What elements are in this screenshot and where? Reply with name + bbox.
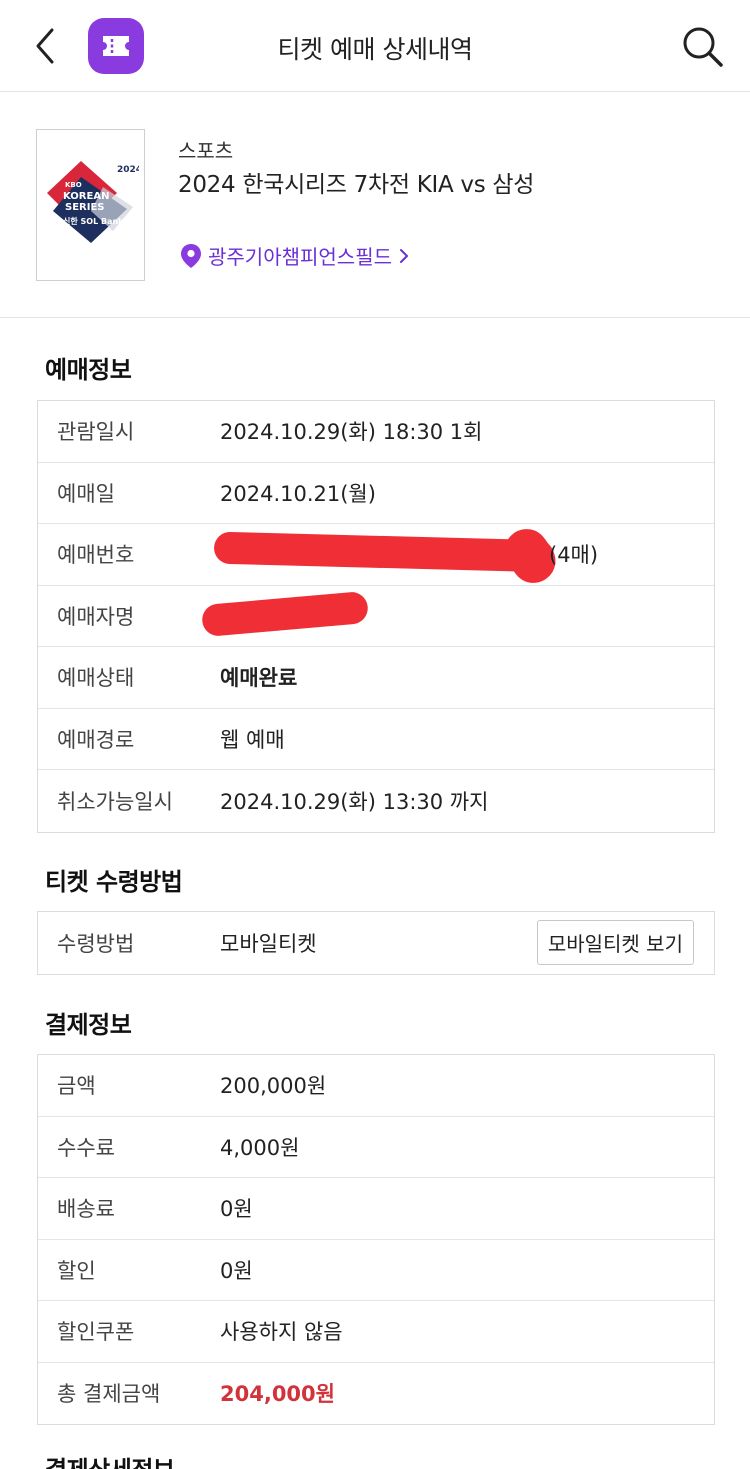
row-label: 관람일시 [57, 420, 135, 445]
chevron-right-icon [400, 248, 408, 263]
payment-section-title: 결제정보 [45, 1011, 132, 1039]
row-value: 200,000원 [220, 1074, 327, 1099]
svg-text:신한 SOL Bank: 신한 SOL Bank [63, 216, 124, 226]
event-poster[interactable]: 2024 KBO KOREAN SERIES 신한 SOL Bank [36, 129, 145, 281]
table-row: 예매번호 (4매) [38, 520, 714, 592]
redaction-mark [200, 590, 370, 637]
row-label: 금액 [57, 1074, 96, 1099]
svg-text:KBO: KBO [65, 181, 82, 189]
row-value: 0원 [220, 1197, 253, 1222]
row-label: 할인 [57, 1258, 96, 1283]
table-row: 총 결제금액 204,000원 [38, 1363, 714, 1425]
event-summary: 2024 KBO KOREAN SERIES 신한 SOL Bank 스포츠 2… [0, 93, 750, 318]
table-row: 취소가능일시 2024.10.29(화) 13:30 까지 [38, 770, 714, 832]
row-label: 배송료 [57, 1197, 115, 1222]
row-label: 예매자명 [57, 604, 135, 629]
location-pin-icon [181, 243, 201, 268]
row-value: 2024.10.29(화) 18:30 1회 [220, 420, 483, 445]
table-row: 예매자명 [38, 586, 714, 647]
row-value: 사용하지 않음 [220, 1320, 343, 1345]
row-label: 예매경로 [57, 727, 135, 752]
table-row: 수수료 4,000원 [38, 1117, 714, 1178]
row-label: 수수료 [57, 1135, 115, 1160]
booking-status: 예매완료 [220, 666, 298, 691]
svg-text:SERIES: SERIES [65, 202, 105, 213]
page-title: 티켓 예매 상세내역 [277, 35, 473, 64]
row-label: 총 결제금액 [57, 1382, 161, 1407]
table-row: 할인쿠폰 사용하지 않음 [38, 1301, 714, 1363]
table-row: 예매일 2024.10.21(월) [38, 463, 714, 524]
korean-series-logo: 2024 KBO KOREAN SERIES 신한 SOL Bank [46, 161, 139, 243]
row-value: 4,000원 [220, 1135, 300, 1160]
svg-text:2024: 2024 [117, 165, 139, 175]
row-value: 2024.10.29(화) 13:30 까지 [220, 789, 489, 814]
row-label: 취소가능일시 [57, 789, 173, 814]
row-value: 웹 예매 [220, 727, 285, 752]
row-label: 할인쿠폰 [57, 1320, 135, 1345]
row-value: 모바일티켓 [220, 931, 317, 956]
table-row: 수령방법 모바일티켓 모바일티켓 보기 [38, 912, 714, 974]
ticket-count: (4매) [549, 543, 599, 568]
table-row: 예매상태 예매완료 [38, 647, 714, 709]
event-category: 스포츠 [178, 139, 234, 163]
table-row: 관람일시 2024.10.29(화) 18:30 1회 [38, 401, 714, 463]
row-value: 2024.10.21(월) [220, 481, 376, 506]
table-row: 할인 0원 [38, 1240, 714, 1301]
total-amount: 204,000원 [220, 1382, 335, 1407]
row-label: 예매번호 [57, 543, 135, 568]
search-button[interactable] [680, 24, 724, 68]
row-label: 수령방법 [57, 931, 135, 956]
booking-table: 관람일시 2024.10.29(화) 18:30 1회 예매일 2024.10.… [37, 400, 715, 833]
svg-text:KOREAN: KOREAN [63, 191, 109, 202]
view-mobile-ticket-button[interactable]: 모바일티켓 보기 [536, 920, 694, 965]
row-label: 예매일 [57, 481, 115, 506]
venue-name: 광주기아챔피언스필드 [208, 245, 392, 269]
payment-table: 금액 200,000원 수수료 4,000원 배송료 0원 할인 0원 할인쿠폰… [37, 1054, 715, 1425]
search-icon [683, 27, 723, 67]
table-row: 예매경로 웹 예매 [38, 709, 714, 770]
payment-detail-section-title: 결제상세정보 [45, 1450, 175, 1469]
table-row: 배송료 0원 [38, 1178, 714, 1240]
venue-link[interactable]: 광주기아챔피언스필드 [180, 241, 410, 270]
top-bar: 티켓 예매 상세내역 [0, 0, 750, 92]
event-title: 2024 한국시리즈 7차전 KIA vs 삼성 [178, 172, 535, 198]
booking-section-title: 예매정보 [45, 356, 132, 384]
row-label: 예매상태 [57, 666, 135, 691]
receipt-table: 수령방법 모바일티켓 모바일티켓 보기 [37, 911, 715, 975]
table-row: 금액 200,000원 [38, 1055, 714, 1117]
row-value: 0원 [220, 1258, 253, 1283]
receipt-section-title: 티켓 수령방법 [45, 868, 183, 896]
